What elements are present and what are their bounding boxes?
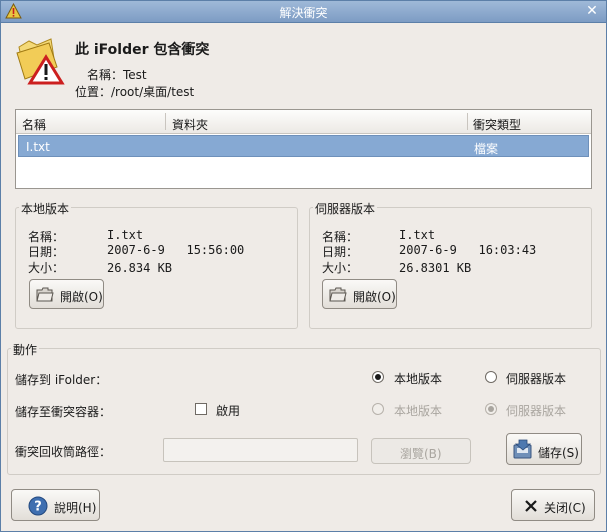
local-name-value: I.txt	[107, 228, 144, 242]
save-to-ifolder-label: 儲存到 iFolder：	[15, 373, 108, 387]
ifolder-location: 位置：/root/桌面/test	[75, 85, 195, 99]
radio-conflict-server[interactable]	[485, 403, 497, 415]
browse-label: 瀏覽(B)	[400, 447, 442, 461]
browse-button[interactable]: 瀏覽(B)	[371, 438, 471, 464]
title-bar[interactable]: 解決衝突 ✕	[1, 1, 606, 23]
column-header-folder[interactable]: 資料夾	[172, 116, 208, 133]
column-header-name[interactable]: 名稱	[22, 116, 46, 133]
radio-save-server[interactable]	[485, 371, 497, 383]
radio-conflict-server-label[interactable]: 伺服器版本	[506, 402, 566, 419]
resolve-conflict-dialog: 解決衝突 ✕ 此 iFolder 包含衝突 名稱：Test 位置：/root/桌…	[0, 0, 607, 532]
folder-warning-icon	[16, 38, 65, 85]
folder-open-icon	[36, 287, 54, 302]
close-x-icon	[525, 500, 537, 512]
help-button[interactable]: ? 說明(H)	[11, 489, 100, 521]
close-button[interactable]: 关闭(C)	[511, 489, 595, 521]
server-name-value: I.txt	[399, 228, 436, 242]
column-separator	[165, 113, 166, 130]
item-type: 檔案	[474, 142, 499, 156]
dialog-heading: 此 iFolder 包含衝突	[75, 42, 210, 58]
local-open-button[interactable]: 開啟(O)	[29, 279, 104, 309]
local-date-label: 日期：	[28, 245, 65, 259]
ifolder-name: 名稱：Test	[87, 68, 147, 82]
column-separator	[467, 113, 468, 130]
server-version-label: 伺服器版本	[313, 200, 378, 217]
radio-conflict-local[interactable]	[372, 403, 384, 415]
save-button[interactable]: 儲存(S)	[506, 433, 582, 465]
enable-checkbox[interactable]	[195, 403, 207, 415]
list-header: 名稱 資料夾 衝突類型	[16, 110, 591, 134]
local-version-label: 本地版本	[19, 200, 72, 217]
enable-checkbox-label[interactable]: 啟用	[216, 402, 240, 419]
local-size-label: 大小：	[28, 261, 65, 275]
folder-open-icon	[329, 287, 347, 302]
recycle-path-label: 衝突回收筒路徑：	[15, 445, 112, 459]
window-title: 解決衝突	[279, 6, 328, 20]
radio-save-local[interactable]	[372, 371, 384, 383]
save-to-conflict-label: 儲存至衝突容器：	[15, 405, 112, 419]
close-label: 关闭(C)	[544, 501, 586, 515]
save-icon	[513, 439, 532, 459]
radio-conflict-local-label[interactable]: 本地版本	[394, 402, 442, 419]
local-open-label: 開啟(O)	[60, 290, 103, 304]
conflict-list[interactable]: 名稱 資料夾 衝突類型 I.txt 檔案	[15, 109, 592, 189]
svg-text:?: ?	[34, 500, 42, 515]
recycle-path-input[interactable]	[163, 438, 358, 462]
local-date-value: 2007-6-9 15:56:00	[107, 243, 245, 257]
column-header-type[interactable]: 衝突類型	[473, 116, 521, 133]
server-size-value: 26.8301 KB	[399, 261, 472, 275]
list-item[interactable]: I.txt 檔案	[18, 135, 589, 157]
server-date-label: 日期：	[322, 245, 359, 259]
close-icon[interactable]: ✕	[584, 3, 600, 19]
radio-save-local-label[interactable]: 本地版本	[394, 370, 442, 387]
server-open-button[interactable]: 開啟(O)	[322, 279, 397, 309]
item-name: I.txt	[26, 140, 50, 154]
radio-save-server-label[interactable]: 伺服器版本	[506, 370, 566, 387]
server-open-label: 開啟(O)	[353, 290, 396, 304]
save-label: 儲存(S)	[538, 446, 579, 460]
action-label: 動作	[11, 341, 40, 358]
server-date-value: 2007-6-9 16:03:43	[399, 243, 537, 257]
help-label: 說明(H)	[54, 501, 97, 515]
local-size-value: 26.834 KB	[107, 261, 173, 275]
help-icon: ?	[28, 496, 48, 516]
server-size-label: 大小：	[322, 261, 359, 275]
